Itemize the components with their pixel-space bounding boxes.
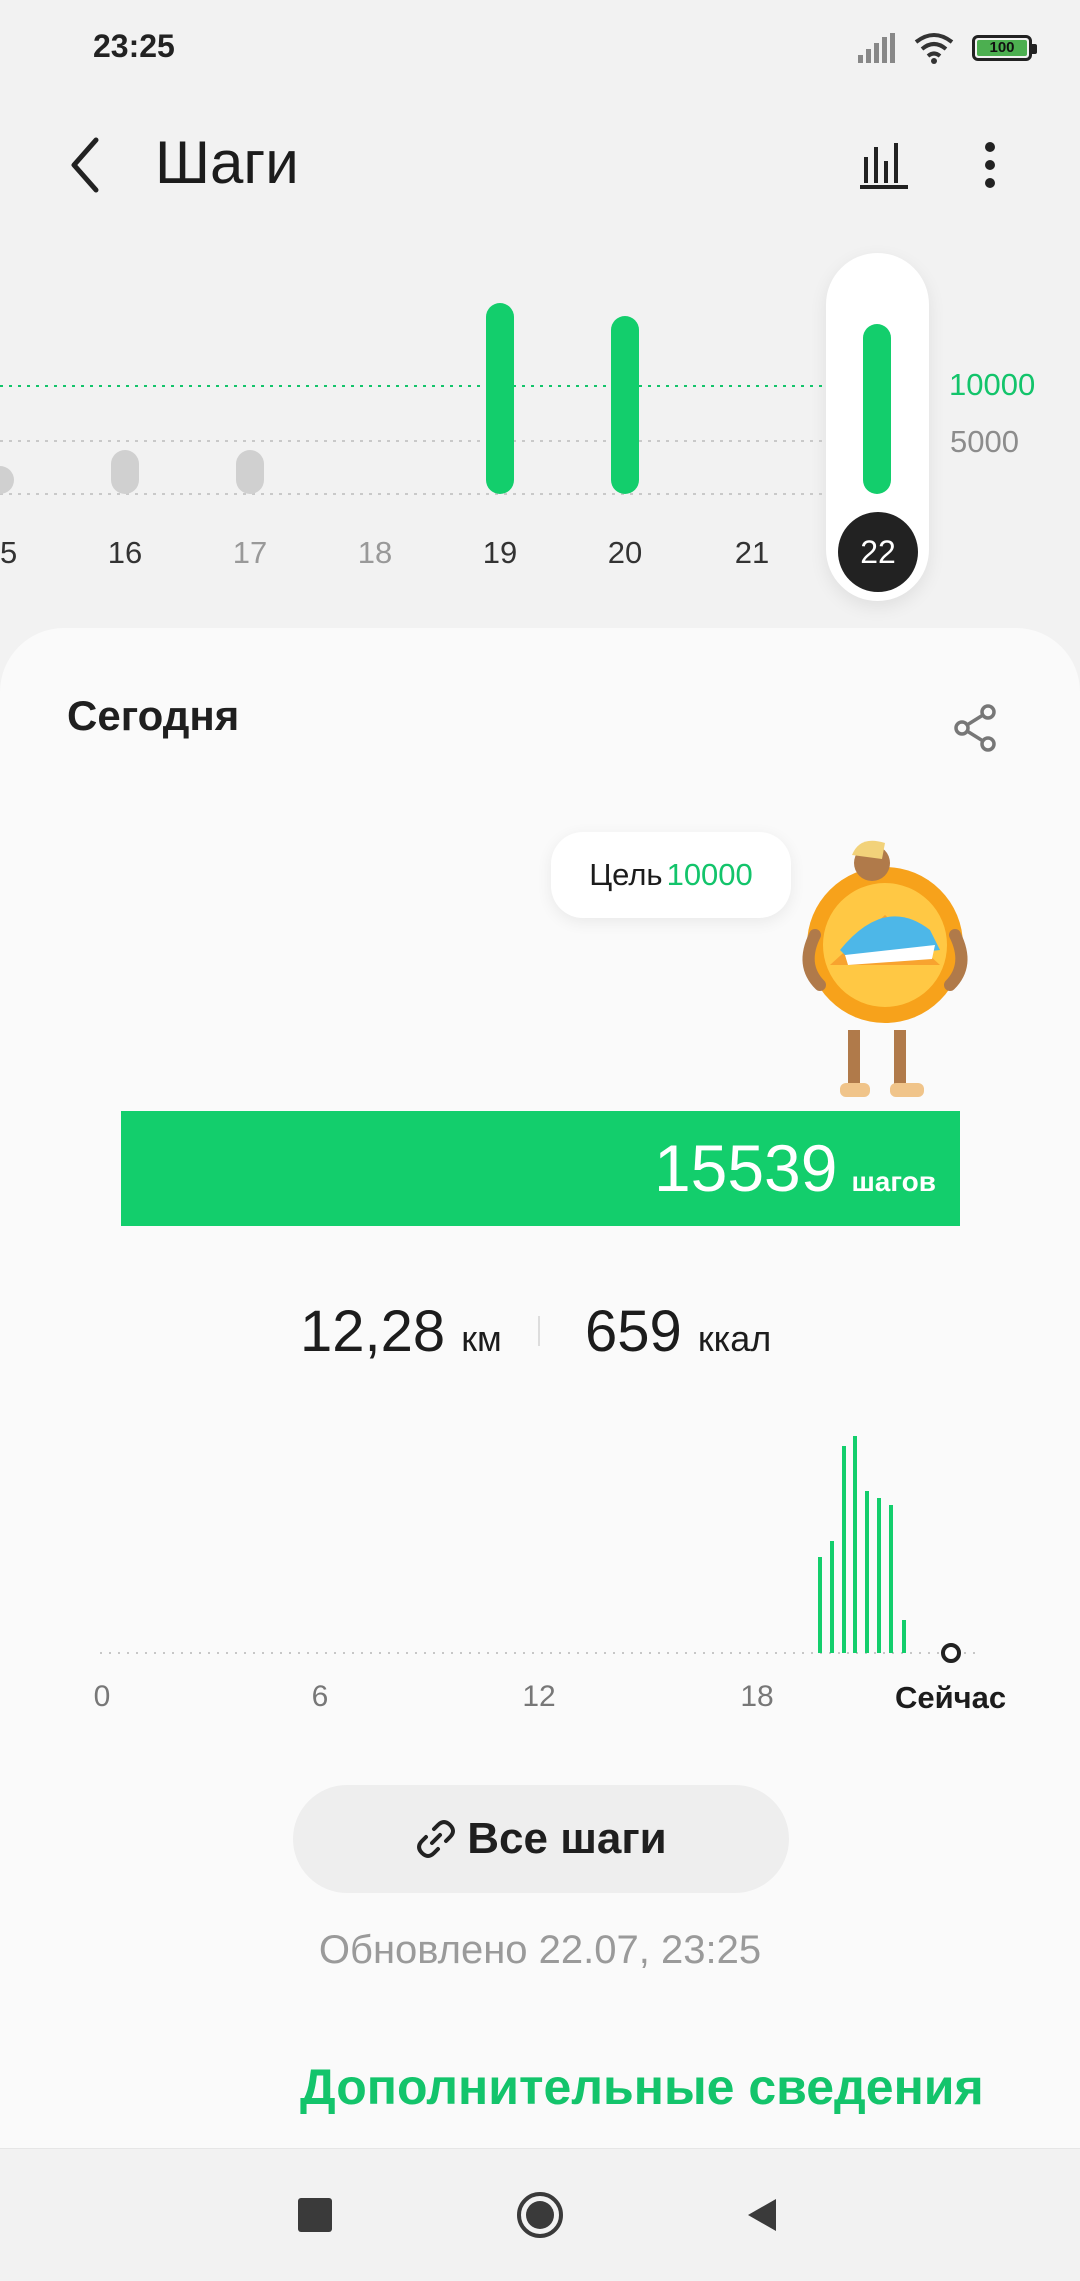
hourly-steps-chart [100,1436,975,1663]
steps-unit: шагов [851,1166,936,1197]
hour-label: 12 [522,1680,556,1713]
wifi-icon [914,33,954,64]
day-label[interactable]: 16 [85,535,165,571]
more-info-link[interactable]: Дополнительные сведения [300,2058,984,2116]
all-steps-button[interactable]: Все шаги [293,1785,789,1893]
updated-timestamp: Обновлено 22.07, 23:25 [318,1928,762,1972]
share-icon[interactable] [948,700,1004,756]
mid-axis-label: 5000 [950,424,1019,459]
goal-label: Цель [589,857,663,892]
bar-chart-icon[interactable] [855,135,915,195]
day-bar-15 [0,466,14,494]
goal-value: 10000 [666,857,753,892]
kcal-unit: ккал [697,1318,772,1359]
calories-stat: 659 ккал [585,1298,771,1365]
day-bar-16 [111,450,139,494]
steps-progress-bar: 15539 шагов [121,1111,960,1226]
battery-level: 100 [977,40,1027,56]
day-bar-20 [611,316,639,494]
selected-day[interactable]: 22 [838,512,918,592]
recent-apps-icon[interactable] [298,2198,332,2232]
stat-divider [538,1316,540,1346]
back-arrow-icon[interactable] [60,130,110,200]
steps-value: 15539 [653,1131,838,1205]
hour-bar [889,1505,893,1653]
day-bar-17 [236,450,264,494]
distance-unit: км [461,1318,502,1359]
distance-value: 12,28 [300,1299,446,1364]
day-label[interactable]: 20 [585,535,665,571]
day-label[interactable]: 18 [335,535,415,571]
day-label[interactable]: 17 [210,535,290,571]
hour-bar [865,1491,869,1653]
day-bar-19 [486,303,514,494]
hour-bar [902,1620,906,1653]
hour-label: 6 [311,1680,329,1713]
card-title: Сегодня [67,692,240,739]
home-icon[interactable] [515,2190,565,2240]
day-label[interactable]: 19 [460,535,540,571]
distance-stat: 12,28 км [300,1298,502,1365]
hour-label: 18 [740,1680,774,1713]
kcal-value: 659 [585,1299,682,1364]
hour-bar [818,1557,822,1653]
day-label[interactable]: 21 [712,535,792,571]
hour-label: 0 [93,1680,111,1713]
now-marker [941,1643,961,1663]
back-icon[interactable] [742,2195,782,2235]
more-vertical-icon[interactable] [970,135,1010,195]
goal-axis-label: 10000 [949,367,1036,402]
day-label[interactable]: 15 [0,535,40,571]
day-bar-22 [863,324,891,494]
status-time: 23:25 [93,28,175,64]
hour-bar [877,1498,881,1653]
all-steps-label: Все шаги [467,1814,667,1863]
hour-bar [853,1436,857,1653]
hour-bar [842,1446,846,1653]
status-icons: 100 [856,28,1037,68]
goal-bubble: Цель 10000 [551,832,791,918]
mascot-illustration [802,840,968,1097]
now-label: Сейчас [895,1680,1007,1715]
link-icon [417,1820,456,1858]
signal-icon [858,33,895,63]
hour-bar [830,1541,834,1653]
page-title: Шаги [155,129,299,196]
battery-icon: 100 [972,35,1037,61]
